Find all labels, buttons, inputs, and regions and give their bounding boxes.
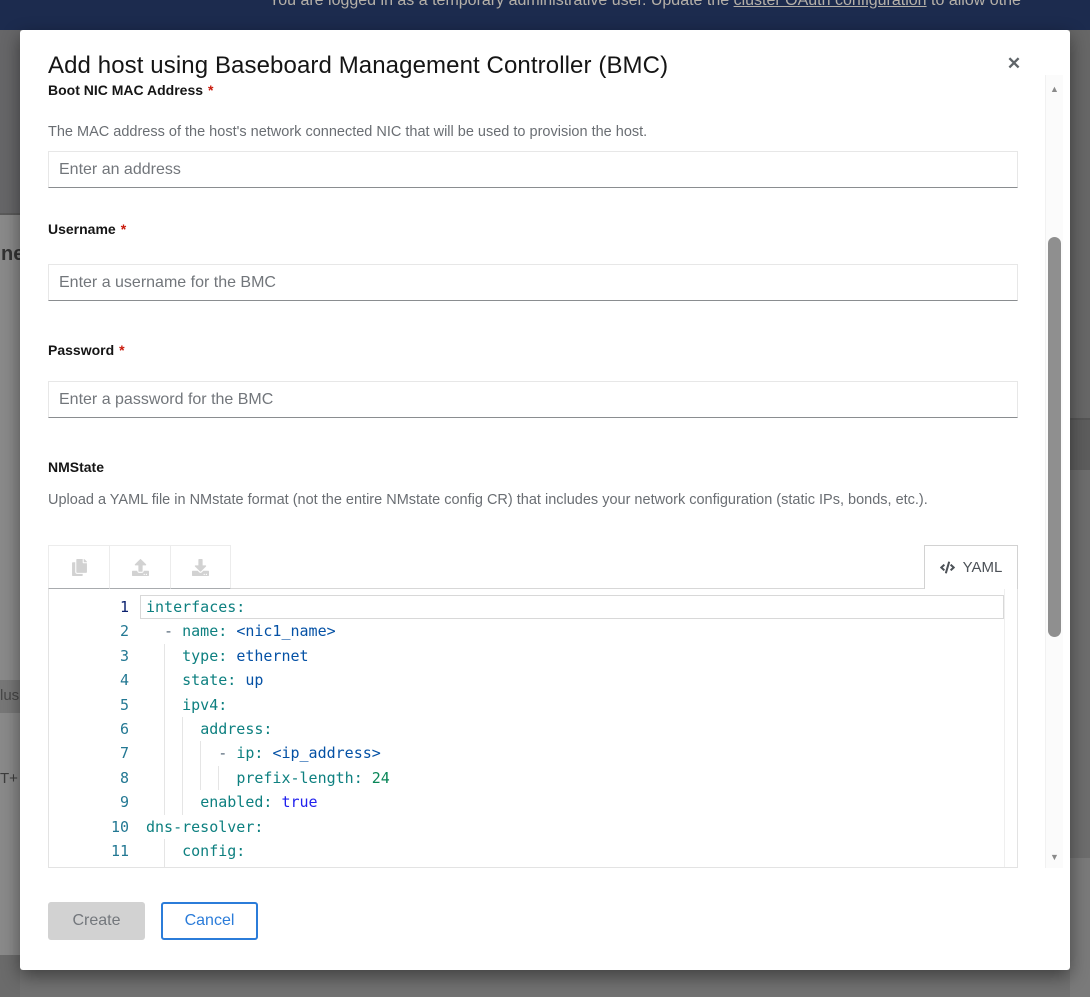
line-number: 1 <box>49 595 129 619</box>
code-line[interactable]: 2 - name: <nic1_name> <box>49 619 1017 643</box>
required-asterisk: * <box>208 82 213 98</box>
page-title: Add host using Baseboard Management Cont… <box>48 52 668 80</box>
create-button[interactable]: Create <box>48 902 145 940</box>
download-icon <box>192 559 209 576</box>
code-icon <box>940 560 955 575</box>
nmstate-label: NMState <box>48 459 104 475</box>
code-line[interactable]: 1interfaces: <box>49 595 1017 619</box>
bg-fragment-text: T+ <box>0 770 18 787</box>
toolbar-spacer <box>231 545 924 589</box>
add-host-bmc-modal: Add host using Baseboard Management Cont… <box>20 30 1070 970</box>
code-line[interactable]: 5 ipv4: <box>49 693 1017 717</box>
username-input[interactable] <box>48 264 1018 301</box>
password-input[interactable] <box>48 381 1018 418</box>
code-line[interactable]: 9 enabled: true <box>49 790 1017 814</box>
cancel-button[interactable]: Cancel <box>161 902 258 940</box>
line-number: 2 <box>49 619 129 643</box>
code-line[interactable]: 12 <box>49 863 1017 868</box>
line-number: 3 <box>49 644 129 668</box>
close-icon[interactable]: ✕ <box>1002 52 1026 76</box>
line-number: 11 <box>49 839 129 863</box>
code-line[interactable]: 6 address: <box>49 717 1017 741</box>
background-band <box>20 970 1070 997</box>
code-editor: YAML 1interfaces:2 - name: <nic1_name>3 … <box>48 545 1018 868</box>
background-band <box>1070 420 1090 470</box>
cluster-oauth-configuration-link[interactable]: cluster OAuth configuration <box>734 0 927 9</box>
language-tab: YAML <box>924 545 1018 589</box>
code-editor-toolbar: YAML <box>48 545 1018 589</box>
upload-icon <box>132 559 149 576</box>
background-band <box>1070 30 1090 418</box>
code-line[interactable]: 11 config: <box>49 839 1017 863</box>
mac-address-input[interactable] <box>48 151 1018 188</box>
line-number: 8 <box>49 766 129 790</box>
nmstate-help: Upload a YAML file in NMstate format (no… <box>48 488 1028 513</box>
code-line[interactable]: 4 state: up <box>49 668 1017 692</box>
download-button[interactable] <box>170 545 231 589</box>
code-line[interactable]: 3 type: ethernet <box>49 644 1017 668</box>
background-band <box>0 30 20 213</box>
line-number: 7 <box>49 741 129 765</box>
banner-text: You are logged in as a temporary adminis… <box>269 0 1021 10</box>
code-line[interactable]: 8 prefix-length: 24 <box>49 766 1017 790</box>
required-asterisk: * <box>121 221 126 237</box>
upload-button[interactable] <box>109 545 170 589</box>
line-number: 5 <box>49 693 129 717</box>
line-number: 9 <box>49 790 129 814</box>
code-area[interactable]: 1interfaces:2 - name: <nic1_name>3 type:… <box>48 589 1018 868</box>
scroll-down-icon[interactable]: ▼ <box>1046 850 1063 864</box>
background-divider <box>0 213 20 215</box>
password-label: Password* <box>48 342 125 358</box>
background-band <box>1070 858 1090 997</box>
username-label: Username* <box>48 221 126 237</box>
mac-address-help: The MAC address of the host's network co… <box>48 120 1038 145</box>
line-number: 10 <box>49 815 129 839</box>
scrollbar-thumb[interactable] <box>1048 237 1061 637</box>
line-number: 4 <box>49 668 129 692</box>
scroll-up-icon[interactable]: ▲ <box>1046 82 1063 96</box>
mac-address-label: Boot NIC MAC Address* <box>48 82 214 98</box>
required-asterisk: * <box>119 342 124 358</box>
language-label: YAML <box>963 559 1003 576</box>
banner-prefix: You are logged in as a temporary adminis… <box>269 0 734 9</box>
bg-fragment-text: lus <box>0 687 19 704</box>
copy-button[interactable] <box>48 545 109 589</box>
code-line[interactable]: 7 - ip: <ip_address> <box>49 741 1017 765</box>
line-number: 6 <box>49 717 129 741</box>
banner-suffix: to allow othe <box>927 0 1021 9</box>
line-number: 12 <box>49 863 129 868</box>
admin-warning-banner: You are logged in as a temporary adminis… <box>0 0 1090 30</box>
code-line[interactable]: 10dns-resolver: <box>49 815 1017 839</box>
copy-icon <box>71 559 88 576</box>
background-band <box>0 955 20 997</box>
